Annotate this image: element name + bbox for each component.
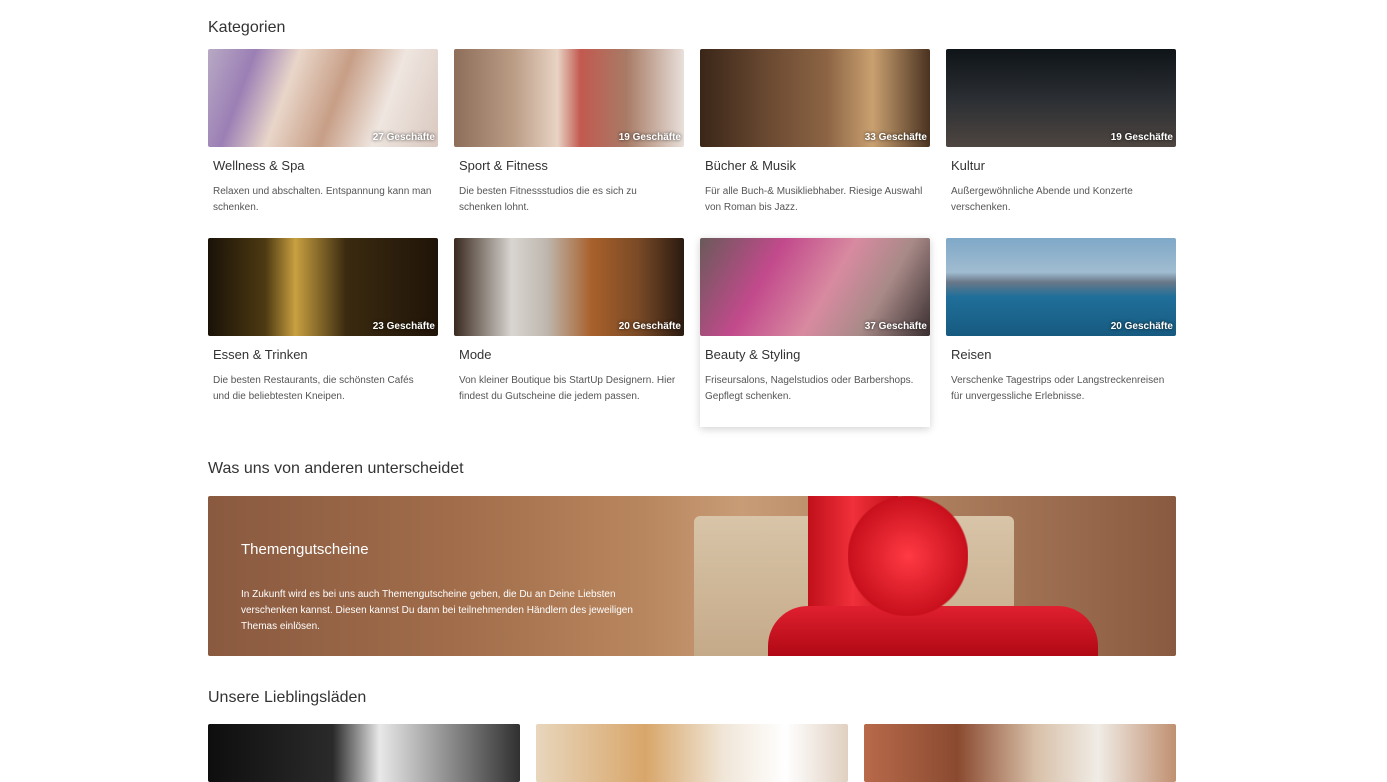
category-name: Sport & Fitness: [459, 158, 548, 173]
category-description: Außergewöhnliche Abende und Konzerte ver…: [951, 186, 1133, 213]
category-image: 19 Geschäfte: [946, 49, 1176, 147]
category-card-kultur[interactable]: 19 Geschäfte Kultur Außergewöhnliche Abe…: [946, 49, 1176, 238]
category-card-sport[interactable]: 19 Geschäfte Sport & Fitness Die besten …: [454, 49, 684, 238]
category-image: 37 Geschäfte: [700, 238, 930, 336]
shop-count-badge: 27 Geschäfte: [372, 132, 435, 143]
favorite-shop-card[interactable]: [536, 724, 848, 782]
category-image: 20 Geschäfte: [454, 238, 684, 336]
shop-count-badge: 33 Geschäfte: [864, 132, 927, 143]
favorite-shops-row: [208, 724, 1176, 782]
shop-count-badge: 20 Geschäfte: [618, 321, 681, 332]
category-card-beauty[interactable]: 37 Geschäfte Beauty & Styling Friseursal…: [700, 238, 930, 427]
category-description: Relaxen und abschalten. Entspannung kann…: [213, 186, 432, 213]
category-card-mode[interactable]: 20 Geschäfte Mode Von kleiner Boutique b…: [454, 238, 684, 427]
category-image: 33 Geschäfte: [700, 49, 930, 147]
category-image: 19 Geschäfte: [454, 49, 684, 147]
shop-count-badge: 20 Geschäfte: [1110, 321, 1173, 332]
shop-count-badge: 23 Geschäfte: [372, 321, 435, 332]
gift-bow: [848, 496, 968, 616]
category-name: Reisen: [951, 347, 992, 362]
category-name: Kultur: [951, 158, 985, 173]
category-name: Wellness & Spa: [213, 158, 305, 173]
category-name: Mode: [459, 347, 492, 362]
category-grid: 27 Geschäfte Wellness & Spa Relaxen und …: [208, 49, 1176, 427]
category-name: Bücher & Musik: [705, 158, 797, 173]
category-description: Verschenke Tagestrips oder Langstreckenr…: [951, 375, 1165, 402]
category-description: Friseursalons, Nagelstudios oder Barbers…: [705, 375, 914, 402]
difference-title: Was uns von anderen unterscheidet: [208, 460, 464, 477]
category-card-reisen[interactable]: 20 Geschäfte Reisen Verschenke Tagestrip…: [946, 238, 1176, 427]
category-name: Essen & Trinken: [213, 347, 308, 362]
shop-count-badge: 19 Geschäfte: [618, 132, 681, 143]
category-image: 27 Geschäfte: [208, 49, 438, 147]
category-image: 20 Geschäfte: [946, 238, 1176, 336]
favorite-shop-card[interactable]: [864, 724, 1176, 782]
banner-title: Themengutscheine: [241, 541, 369, 558]
shop-count-badge: 19 Geschäfte: [1110, 132, 1173, 143]
banner-text: In Zukunft wird es bei uns auch Themengu…: [241, 589, 633, 632]
category-description: Von kleiner Boutique bis StartUp Designe…: [459, 375, 676, 402]
favorite-shop-card[interactable]: [208, 724, 520, 782]
category-image: 23 Geschäfte: [208, 238, 438, 336]
category-description: Die besten Restaurants, die schönsten Ca…: [213, 375, 414, 402]
category-card-buecher[interactable]: 33 Geschäfte Bücher & Musik Für alle Buc…: [700, 49, 930, 238]
category-card-essen[interactable]: 23 Geschäfte Essen & Trinken Die besten …: [208, 238, 438, 427]
category-description: Die besten Fitnessstudios die es sich zu…: [459, 186, 637, 213]
category-card-wellness[interactable]: 27 Geschäfte Wellness & Spa Relaxen und …: [208, 49, 438, 238]
categories-title: Kategorien: [208, 19, 286, 36]
shop-count-badge: 37 Geschäfte: [864, 321, 927, 332]
themed-voucher-banner[interactable]: Themengutscheine In Zukunft wird es bei …: [208, 496, 1176, 656]
category-description: Für alle Buch-& Musikliebhaber. Riesige …: [705, 186, 923, 213]
favorites-title: Unsere Lieblingsläden: [208, 689, 367, 706]
category-name: Beauty & Styling: [705, 347, 801, 362]
